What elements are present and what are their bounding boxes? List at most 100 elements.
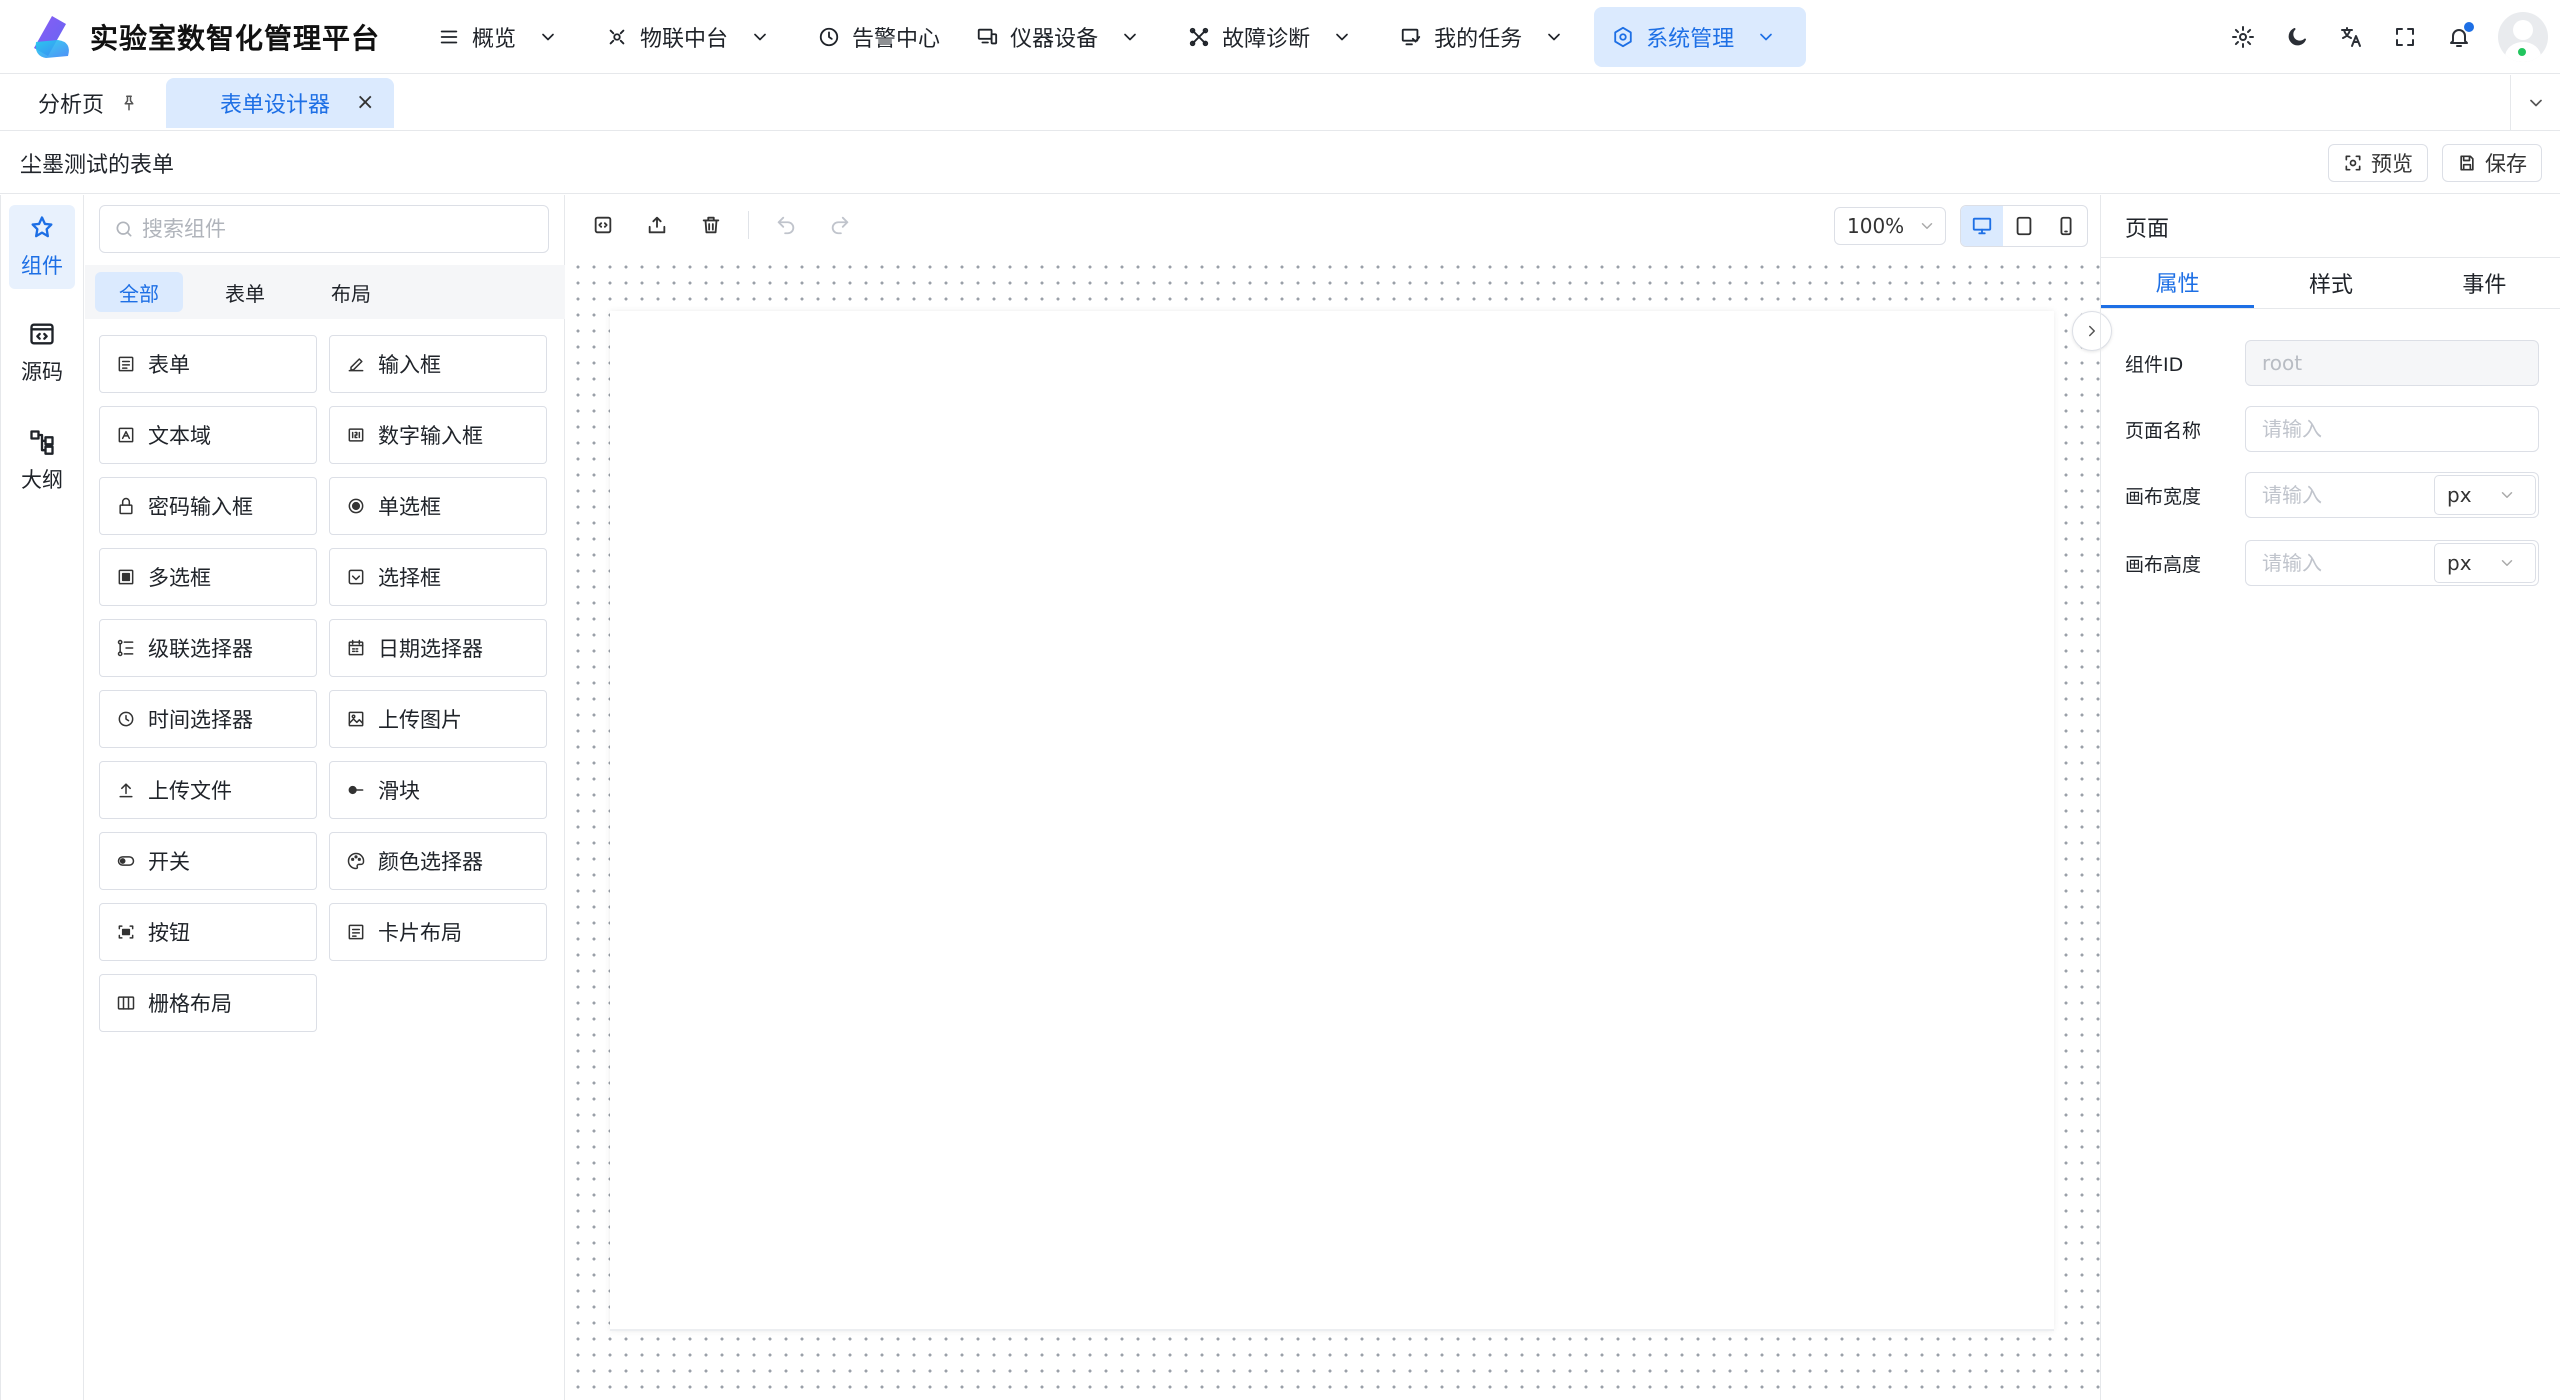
tab-analysis[interactable]: 分析页 bbox=[18, 78, 158, 128]
translate-icon bbox=[2341, 27, 2361, 47]
tab-label: 表单设计器 bbox=[220, 92, 331, 118]
page-canvas[interactable] bbox=[610, 311, 2054, 1331]
component-label: 开关 bbox=[148, 850, 190, 874]
props-title: 页面 bbox=[2125, 217, 2170, 242]
nav-label: 告警中心 bbox=[852, 26, 941, 52]
upload-icon bbox=[119, 783, 133, 798]
component-color-picker[interactable]: 颜色选择器 bbox=[329, 832, 547, 890]
tabs-more-button[interactable] bbox=[2510, 75, 2560, 131]
category-tab-form[interactable]: 表单 bbox=[201, 272, 289, 312]
component-label: 日期选择器 bbox=[378, 637, 483, 661]
component-label: 输入框 bbox=[378, 353, 441, 377]
rail-item-components[interactable]: 组件 bbox=[9, 205, 75, 289]
undo-button[interactable] bbox=[759, 198, 813, 252]
zoom-select[interactable]: 100% bbox=[1834, 207, 1946, 245]
component-form[interactable]: 表单 bbox=[99, 335, 317, 393]
rail-item-outline[interactable]: 大纲 bbox=[9, 419, 75, 503]
nav-item-devices[interactable]: 仪器设备 bbox=[958, 7, 1170, 67]
canvas-width-field: px bbox=[2245, 472, 2539, 518]
zoom-value: 100% bbox=[1847, 214, 1905, 238]
component-label: 上传文件 bbox=[148, 779, 232, 803]
component-image-upload[interactable]: 上传图片 bbox=[329, 690, 547, 748]
component-card-layout[interactable]: 卡片布局 bbox=[329, 903, 547, 961]
save-button[interactable]: 保存 bbox=[2442, 144, 2542, 182]
mobile-icon bbox=[2060, 216, 2072, 236]
app-logo[interactable]: 实验室数智化管理平台 bbox=[28, 12, 380, 62]
component-select[interactable]: 选择框 bbox=[329, 548, 547, 606]
redo-button[interactable] bbox=[813, 198, 867, 252]
menu-icon bbox=[440, 30, 458, 43]
rail-label: 大纲 bbox=[21, 468, 63, 492]
trash-icon bbox=[702, 216, 720, 234]
component-number-input[interactable]: 数字输入框 bbox=[329, 406, 547, 464]
tab-label: 分析页 bbox=[38, 92, 105, 118]
tab-form-designer[interactable]: 表单设计器 × bbox=[166, 77, 395, 128]
nav-item-alarm[interactable]: 告警中心 bbox=[800, 7, 958, 67]
task-icon bbox=[1401, 28, 1421, 45]
theme-toggle-button[interactable] bbox=[2270, 10, 2324, 64]
view-code-button[interactable] bbox=[576, 198, 630, 252]
form-name: 尘墨测试的表单 bbox=[20, 152, 175, 178]
clear-button[interactable] bbox=[684, 198, 738, 252]
component-cascader[interactable]: 级联选择器 bbox=[99, 619, 317, 677]
canvas-height-unit-select[interactable]: px bbox=[2434, 543, 2536, 583]
nav-item-tasks[interactable]: 我的任务 bbox=[1382, 7, 1594, 67]
component-file-upload[interactable]: 上传文件 bbox=[99, 761, 317, 819]
component-label: 级联选择器 bbox=[148, 637, 253, 661]
device-desktop-button[interactable] bbox=[1961, 206, 2003, 246]
component-radio[interactable]: 单选框 bbox=[329, 477, 547, 535]
form-actions: 预览 保存 bbox=[2314, 144, 2542, 182]
component-grid-layout[interactable]: 栅格布局 bbox=[99, 974, 317, 1032]
page-name-input[interactable] bbox=[2262, 417, 2538, 441]
component-label: 时间选择器 bbox=[148, 708, 253, 732]
component-grid: 表单 输入框 文本域 数字输入框 密码输入框 单选框 多选框 选择框 级联选择器… bbox=[99, 335, 555, 1032]
iot-icon bbox=[609, 29, 625, 44]
settings-button[interactable] bbox=[2216, 10, 2270, 64]
search-input[interactable] bbox=[142, 217, 522, 241]
pin-icon[interactable] bbox=[120, 94, 138, 112]
category-tab-all[interactable]: 全部 bbox=[95, 272, 183, 312]
export-button[interactable] bbox=[630, 198, 684, 252]
canvas-grid-background bbox=[566, 255, 2100, 1400]
component-checkbox[interactable]: 多选框 bbox=[99, 548, 317, 606]
component-input[interactable]: 输入框 bbox=[329, 335, 547, 393]
component-id-input bbox=[2262, 351, 2538, 375]
textarea-icon bbox=[118, 427, 134, 443]
tab-styles[interactable]: 样式 bbox=[2254, 258, 2407, 308]
nav-item-iot[interactable]: 物联中台 bbox=[588, 7, 800, 67]
component-button[interactable]: 按钮 bbox=[99, 903, 317, 961]
component-textarea[interactable]: 文本域 bbox=[99, 406, 317, 464]
nav-item-diagnosis[interactable]: 故障诊断 bbox=[1170, 7, 1382, 67]
chevron-right-icon bbox=[2089, 325, 2095, 337]
component-date-picker[interactable]: 日期选择器 bbox=[329, 619, 547, 677]
fullscreen-button[interactable] bbox=[2378, 10, 2432, 64]
close-icon[interactable]: × bbox=[356, 90, 374, 115]
canvas-width-input[interactable] bbox=[2262, 483, 2422, 507]
canvas-height-input[interactable] bbox=[2262, 551, 2422, 575]
field-label: 画布宽度 bbox=[2125, 485, 2202, 508]
palette-icon bbox=[347, 852, 365, 870]
form-icon bbox=[118, 356, 134, 372]
category-tab-layout[interactable]: 布局 bbox=[307, 272, 395, 312]
component-switch[interactable]: 开关 bbox=[99, 832, 317, 890]
canvas-width-unit-select[interactable]: px bbox=[2434, 475, 2536, 515]
component-time-picker[interactable]: 时间选择器 bbox=[99, 690, 317, 748]
radio-icon bbox=[348, 498, 364, 514]
tab-attributes[interactable]: 属性 bbox=[2101, 258, 2255, 308]
device-mobile-button[interactable] bbox=[2045, 206, 2087, 246]
notifications-button[interactable] bbox=[2432, 10, 2486, 64]
preview-button[interactable]: 预览 bbox=[2328, 144, 2428, 182]
language-button[interactable] bbox=[2324, 10, 2378, 64]
export-icon bbox=[648, 216, 666, 234]
nav-item-system[interactable]: 系统管理 bbox=[1594, 6, 1807, 67]
cascader-icon bbox=[117, 639, 134, 657]
component-password-input[interactable]: 密码输入框 bbox=[99, 477, 317, 535]
tablet-icon bbox=[2016, 216, 2032, 236]
rail-item-source[interactable]: 源码 bbox=[9, 311, 75, 395]
header-actions bbox=[2216, 0, 2548, 74]
component-label: 上传图片 bbox=[378, 708, 462, 732]
device-tablet-button[interactable] bbox=[2003, 206, 2045, 246]
component-slider[interactable]: 滑块 bbox=[329, 761, 547, 819]
tab-events[interactable]: 事件 bbox=[2408, 258, 2560, 308]
nav-item-overview[interactable]: 概览 bbox=[420, 7, 588, 67]
